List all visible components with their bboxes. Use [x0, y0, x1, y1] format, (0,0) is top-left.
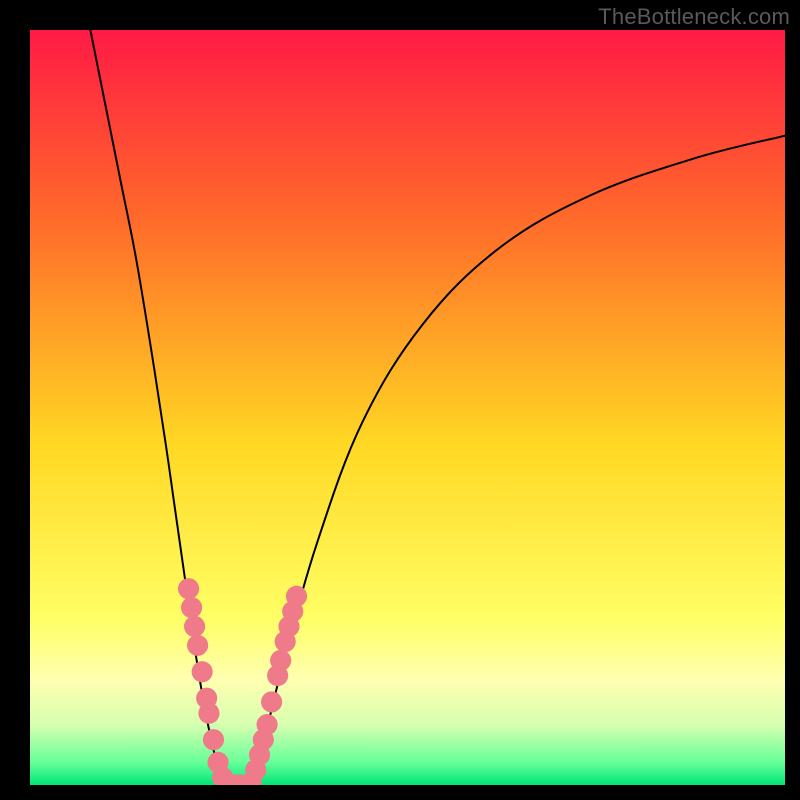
watermark-text: TheBottleneck.com	[598, 4, 790, 30]
chart-frame: TheBottleneck.com	[0, 0, 800, 800]
data-marker	[181, 597, 202, 618]
plot-area	[30, 30, 785, 785]
data-marker	[187, 635, 208, 656]
bottleneck-chart	[30, 30, 785, 785]
data-marker	[261, 691, 282, 712]
data-marker	[270, 650, 291, 671]
data-marker	[184, 616, 205, 637]
gradient-background	[30, 30, 785, 785]
data-marker	[257, 714, 278, 735]
data-marker	[286, 586, 307, 607]
data-marker	[203, 729, 224, 750]
data-marker	[178, 578, 199, 599]
data-marker	[198, 703, 219, 724]
data-marker	[192, 661, 213, 682]
